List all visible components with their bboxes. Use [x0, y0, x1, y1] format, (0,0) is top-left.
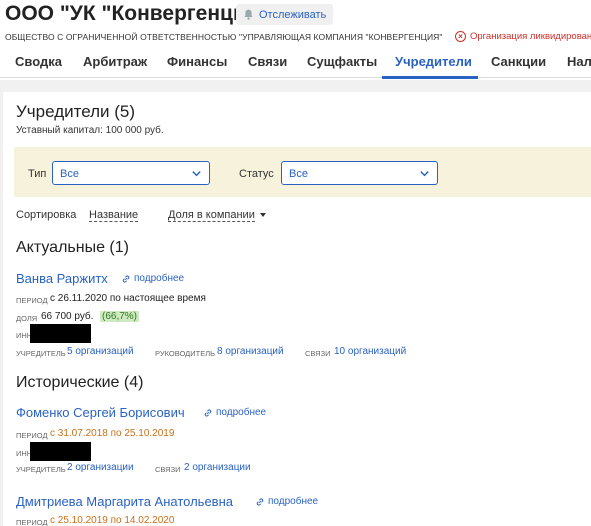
share-value: 66 700 руб.: [41, 311, 94, 322]
founder-name-link[interactable]: Дмитриева Маргарита Анатольевна: [16, 494, 233, 509]
details-link[interactable]: подробнее: [255, 496, 318, 507]
tab-bar: Сводка Арбитраж Финансы Связи Сущфакты У…: [0, 48, 591, 78]
liquidation-status-text: Организация ликвидирован: [470, 31, 591, 42]
period-to-word: по: [110, 428, 122, 439]
period-from: с 31.07.2018: [50, 428, 108, 439]
founder-name-link[interactable]: Фоменко Сергей Борисович: [16, 405, 185, 420]
follow-label: Отслеживать: [259, 8, 327, 21]
tab-taxes[interactable]: Нало: [567, 54, 591, 69]
share-percent-badge: (66,7%): [100, 311, 140, 322]
period-from: с 25.10.2019: [50, 515, 108, 526]
links-label: связи: [305, 349, 331, 358]
type-filter-label: Тип: [28, 168, 47, 180]
head-orgs-link[interactable]: 8 организаций: [217, 346, 284, 357]
status-filter-label: Статус: [239, 168, 274, 180]
details-link-text: подробнее: [268, 496, 319, 507]
period-value: с 31.07.2018 по 25.10.2019: [50, 428, 174, 439]
link-icon: [256, 498, 264, 505]
bell-icon: [244, 9, 253, 20]
period-to: 14.02.2020: [124, 515, 175, 526]
period-label: период: [16, 518, 48, 526]
links-orgs-link[interactable]: 2 организации: [184, 462, 251, 473]
caret-down-icon: [260, 213, 266, 217]
founders-heading: Учредители (5): [16, 102, 136, 121]
historical-heading: Исторические (4): [16, 374, 144, 391]
company-header: ООО "УК "Конвергенция" Отслеживать ОБЩЕС…: [0, 0, 591, 80]
company-full-name: ОБЩЕСТВО С ОГРАНИЧЕННОЙ ОТВЕТСТВЕННОСТЬЮ…: [5, 32, 443, 42]
chevron-down-icon: [420, 171, 429, 177]
tab-facts[interactable]: Сущфакты: [307, 54, 377, 69]
founder-orgs-link[interactable]: 5 организаций: [67, 346, 134, 357]
chevron-down-icon: [192, 171, 201, 177]
period-to-word: по: [110, 515, 122, 526]
follow-button[interactable]: Отслеживать: [236, 4, 334, 25]
status-select[interactable]: Все: [281, 161, 438, 185]
link-icon: [122, 275, 130, 282]
period-label: период: [16, 431, 48, 440]
tab-links[interactable]: Связи: [248, 54, 287, 69]
sort-label: Сортировка: [16, 209, 77, 221]
founder-role-label: учредитель: [16, 465, 66, 474]
details-link-text: подробнее: [216, 407, 267, 418]
link-icon: [204, 409, 212, 416]
tab-founders[interactable]: Учредители: [395, 54, 472, 69]
type-select-value: Все: [60, 168, 79, 180]
liquidation-status: × Организация ликвидирован: [455, 31, 591, 42]
founder-name-link[interactable]: Ванва Раржитх: [16, 271, 108, 286]
current-heading: Актуальные (1): [16, 239, 129, 256]
share-label: доля: [16, 314, 38, 323]
period-value: с 26.11.2020 по настоящее время: [50, 293, 206, 304]
founder-role-label: учредитель: [16, 349, 66, 358]
status-select-value: Все: [289, 168, 308, 180]
tab-finance[interactable]: Финансы: [167, 54, 227, 69]
tab-arbitration[interactable]: Арбитраж: [83, 54, 147, 69]
sort-by-name[interactable]: Название: [89, 209, 139, 222]
links-label: связи: [155, 465, 181, 474]
type-select[interactable]: Все: [52, 161, 210, 185]
redacted-inn: [30, 324, 91, 343]
tab-summary[interactable]: Сводка: [15, 54, 62, 69]
period-to: 25.10.2019: [124, 428, 175, 439]
period-label: период: [16, 296, 48, 305]
company-title: ООО "УК "Конвергенция": [5, 2, 269, 25]
active-tab-indicator: [382, 76, 478, 79]
details-link[interactable]: подробнее: [121, 273, 184, 284]
head-role-label: руководитель: [155, 349, 216, 358]
links-orgs-link[interactable]: 10 организаций: [334, 346, 406, 357]
close-circle-icon: ×: [455, 31, 466, 42]
redacted-inn: [30, 442, 91, 461]
tab-sanctions[interactable]: Санкции: [491, 54, 546, 69]
founder-orgs-link[interactable]: 2 организации: [67, 462, 134, 473]
period-value: с 25.10.2019 по 14.02.2020: [50, 515, 174, 526]
capital-text: Уставный капитал: 100 000 руб.: [16, 125, 164, 136]
details-link-text: подробнее: [134, 273, 185, 284]
sort-by-share[interactable]: Доля в компании: [168, 209, 255, 222]
details-link[interactable]: подробнее: [203, 407, 266, 418]
